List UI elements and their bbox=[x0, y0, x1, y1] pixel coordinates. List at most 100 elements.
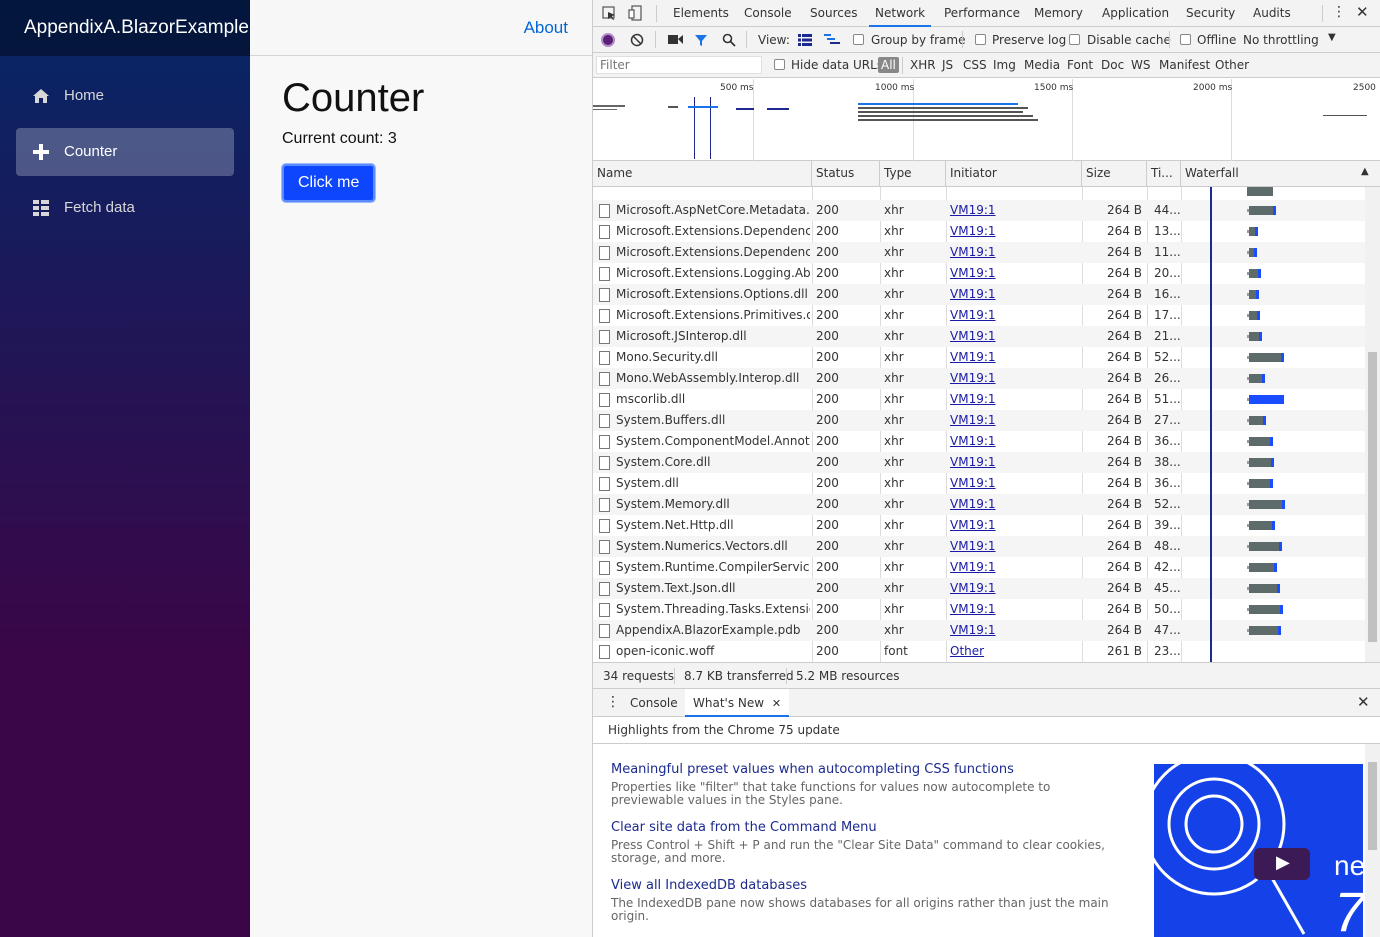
video-camera-icon[interactable] bbox=[668, 34, 683, 45]
filter-input[interactable] bbox=[596, 56, 762, 74]
disable-cache-checkbox[interactable] bbox=[1069, 34, 1080, 45]
tab-application[interactable]: Application bbox=[1102, 0, 1169, 27]
click-me-button[interactable]: Click me bbox=[282, 164, 376, 202]
more-options-icon[interactable]: ⋮ bbox=[1332, 4, 1346, 20]
filter-type-css[interactable]: CSS bbox=[963, 58, 987, 72]
play-icon[interactable]: ▶ bbox=[1276, 852, 1290, 873]
group-by-frame-checkbox[interactable] bbox=[853, 34, 864, 45]
drawer-scrollbar[interactable] bbox=[1365, 744, 1380, 937]
table-row[interactable]: System.Buffers.dll 200 xhr VM19:1 264 B 27... bbox=[593, 410, 1365, 431]
offline-checkbox[interactable] bbox=[1180, 34, 1191, 45]
news-title[interactable]: Clear site data from the Command Menu bbox=[611, 820, 1111, 835]
tab-memory[interactable]: Memory bbox=[1034, 0, 1083, 27]
request-initiator[interactable]: VM19:1 bbox=[950, 221, 1078, 242]
column-time[interactable]: Ti... bbox=[1147, 161, 1181, 186]
waterfall-bar[interactable] bbox=[1249, 353, 1283, 362]
close-tab-icon[interactable]: ✕ bbox=[772, 697, 781, 710]
column-size[interactable]: Size bbox=[1082, 161, 1147, 186]
preserve-log-checkbox[interactable] bbox=[975, 34, 986, 45]
tab-performance[interactable]: Performance bbox=[944, 0, 1020, 27]
request-initiator[interactable]: VM19:1 bbox=[950, 452, 1078, 473]
network-overview-timeline[interactable]: 500 ms 1000 ms 1500 ms 2000 ms 2500 bbox=[593, 79, 1380, 161]
filter-type-other[interactable]: Other bbox=[1215, 58, 1249, 72]
large-rows-icon[interactable] bbox=[798, 34, 812, 46]
filter-type-manifest[interactable]: Manifest bbox=[1159, 58, 1210, 72]
tab-sources[interactable]: Sources bbox=[810, 0, 857, 27]
filter-type-media[interactable]: Media bbox=[1024, 58, 1060, 72]
close-drawer-icon[interactable]: ✕ bbox=[1357, 693, 1370, 711]
search-icon[interactable] bbox=[722, 33, 736, 47]
hide-data-urls-checkbox[interactable] bbox=[774, 59, 785, 70]
sidebar-item-home[interactable]: Home bbox=[16, 72, 234, 120]
waterfall-bar[interactable] bbox=[1249, 437, 1272, 446]
throttling-select[interactable]: No throttling bbox=[1243, 33, 1319, 47]
table-row[interactable]: mscorlib.dll 200 xhr VM19:1 264 B 51... bbox=[593, 389, 1365, 410]
table-row[interactable]: Mono.Security.dll 200 xhr VM19:1 264 B 52... bbox=[593, 347, 1365, 368]
chevron-down-icon[interactable]: ▼ bbox=[1328, 32, 1336, 43]
table-row[interactable]: System.ComponentModel.Annota... 200 xhr VM1… bbox=[593, 431, 1365, 452]
drawer-tab-whats-new[interactable]: What's New ✕ bbox=[685, 689, 790, 717]
table-row[interactable]: System.Text.Json.dll 200 xhr VM19:1 264 B 45.… bbox=[593, 578, 1365, 599]
table-row[interactable]: Microsoft.Extensions.Primitives.dll 200 xh… bbox=[593, 305, 1365, 326]
waterfall-bar[interactable] bbox=[1249, 563, 1276, 572]
table-row[interactable]: System.Net.Http.dll 200 xhr VM19:1 264 B 39..… bbox=[593, 515, 1365, 536]
request-initiator[interactable]: VM19:1 bbox=[950, 305, 1078, 326]
inspect-element-icon[interactable] bbox=[602, 6, 617, 21]
request-initiator[interactable]: VM19:1 bbox=[950, 536, 1078, 557]
request-initiator[interactable]: VM19:1 bbox=[950, 200, 1078, 221]
scrollbar-thumb[interactable] bbox=[1368, 352, 1377, 642]
request-list-scrollbar[interactable] bbox=[1365, 187, 1380, 662]
record-icon[interactable] bbox=[601, 33, 615, 47]
table-row[interactable]: open-iconic.woff 200 font Other 261 B 23... bbox=[593, 641, 1365, 662]
column-status[interactable]: Status bbox=[812, 161, 880, 186]
waterfall-bar[interactable] bbox=[1249, 500, 1284, 509]
filter-type-xhr[interactable]: XHR bbox=[910, 58, 936, 72]
request-initiator[interactable]: VM19:1 bbox=[950, 473, 1078, 494]
brand-title[interactable]: AppendixA.BlazorExample bbox=[0, 0, 250, 56]
news-title[interactable]: Meaningful preset values when autocomple… bbox=[611, 762, 1111, 777]
table-row[interactable]: System.Core.dll 200 xhr VM19:1 264 B 38... bbox=[593, 452, 1365, 473]
request-initiator[interactable]: VM19:1 bbox=[950, 431, 1078, 452]
filter-type-all[interactable]: All bbox=[878, 57, 899, 73]
request-initiator[interactable]: VM19:1 bbox=[950, 242, 1078, 263]
waterfall-bar[interactable] bbox=[1249, 626, 1280, 635]
request-initiator[interactable]: VM19:1 bbox=[950, 326, 1078, 347]
table-row[interactable]: System.Threading.Tasks.Extensions... 200 x… bbox=[593, 599, 1365, 620]
waterfall-bar[interactable] bbox=[1249, 605, 1282, 614]
close-devtools-icon[interactable]: ✕ bbox=[1356, 3, 1369, 21]
request-initiator[interactable]: VM19:1 bbox=[950, 368, 1078, 389]
request-initiator[interactable]: Other bbox=[950, 641, 1078, 662]
sort-up-icon[interactable]: ▲ bbox=[1361, 166, 1369, 177]
request-initiator[interactable]: VM19:1 bbox=[950, 515, 1078, 536]
filter-icon[interactable] bbox=[694, 33, 708, 47]
request-initiator[interactable]: VM19:1 bbox=[950, 599, 1078, 620]
table-row[interactable]: Microsoft.Extensions.Dependencyl... 200 xh… bbox=[593, 242, 1365, 263]
column-waterfall[interactable]: Waterfall bbox=[1181, 161, 1363, 186]
drawer-menu-icon[interactable]: ⋮ bbox=[606, 694, 620, 710]
waterfall-bar[interactable] bbox=[1249, 542, 1281, 551]
table-row[interactable]: Microsoft.Extensions.Logging.Abst... 200 x… bbox=[593, 263, 1365, 284]
filter-type-doc[interactable]: Doc bbox=[1101, 58, 1124, 72]
request-initiator[interactable]: VM19:1 bbox=[950, 263, 1078, 284]
table-row[interactable]: System.Memory.dll 200 xhr VM19:1 264 B 52... bbox=[593, 494, 1365, 515]
drawer-tab-console[interactable]: Console bbox=[630, 696, 678, 710]
video-thumbnail[interactable]: ▶ ne 75 bbox=[1154, 764, 1363, 937]
filter-type-font[interactable]: Font bbox=[1067, 58, 1093, 72]
tab-security[interactable]: Security bbox=[1186, 0, 1235, 27]
sidebar-item-counter[interactable]: Counter bbox=[16, 128, 234, 176]
news-item[interactable]: View all IndexedDB databases The Indexed… bbox=[611, 878, 1111, 923]
tab-audits[interactable]: Audits bbox=[1253, 0, 1291, 27]
table-row[interactable]: AppendixA.BlazorExample.pdb 200 xhr VM19:1 2… bbox=[593, 620, 1365, 641]
request-initiator[interactable]: VM19:1 bbox=[950, 557, 1078, 578]
tab-console[interactable]: Console bbox=[744, 0, 792, 27]
request-initiator[interactable]: VM19:1 bbox=[950, 578, 1078, 599]
request-initiator[interactable]: VM19:1 bbox=[950, 284, 1078, 305]
column-initiator[interactable]: Initiator bbox=[946, 161, 1082, 186]
waterfall-bar[interactable] bbox=[1249, 395, 1283, 404]
waterfall-bar[interactable] bbox=[1249, 479, 1272, 488]
drawer-scrollbar-thumb[interactable] bbox=[1368, 762, 1377, 850]
clear-icon[interactable] bbox=[630, 33, 644, 47]
waterfall-bar[interactable] bbox=[1249, 584, 1279, 593]
table-row[interactable]: Mono.WebAssembly.Interop.dll 200 xhr VM19:1… bbox=[593, 368, 1365, 389]
tab-elements[interactable]: Elements bbox=[673, 0, 729, 27]
